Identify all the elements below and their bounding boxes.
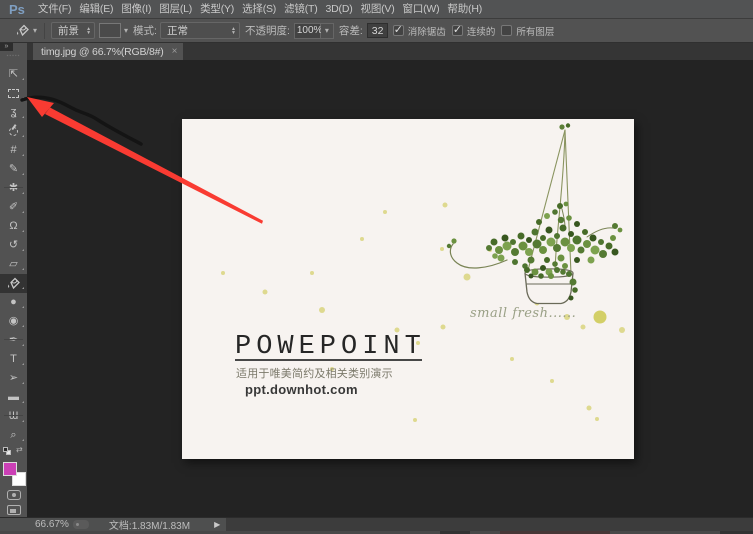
document-size-info: 文档:1.83M/1.83M [108, 521, 191, 532]
checkbox-2[interactable]: 连续的 [451, 23, 496, 38]
foreground-color-swatch[interactable] [3, 462, 17, 476]
checkbox-label: 消除锯齿 [407, 26, 446, 38]
menu-item-3[interactable]: 图像(I) [117, 0, 155, 18]
crop-tool[interactable]: # [0, 141, 27, 160]
mode-dropdown[interactable]: 正常 ▲ ▼ [159, 22, 240, 39]
fill-source-value: 前景 [58, 25, 80, 37]
paint-bucket-icon [17, 24, 29, 36]
rectangular-marquee-tool[interactable] [0, 84, 27, 103]
checkbox-1[interactable]: 消除锯齿 [392, 23, 446, 38]
rectangle-tool[interactable]: ▬ [0, 388, 27, 407]
menu-bar: Ps 文件(F) 编辑(E) 图像(I) 图层(L) 类型(Y) 选择(S) 滤镜(T) 3D… [0, 0, 753, 19]
menu-item-6[interactable]: 选择(S) [238, 0, 280, 18]
updown-icon: ▲ ▼ [231, 25, 236, 36]
menu-item-2[interactable]: 编辑(E) [75, 0, 117, 18]
menu-item-1[interactable]: 文件(F) [34, 0, 75, 18]
color-swatch-cluster: ⇄ [0, 445, 27, 515]
document-tab[interactable]: timg.jpg @ 66.7%(RGB/8#) × [33, 43, 184, 60]
paint-bucket-preset[interactable]: ▾ [15, 24, 37, 38]
tool-panel: » ▪▪▪▪▪ ⇱ ʓ # ✎ ✱ ✐ Ω ↺ ▱ ● ◉ ✒ T ➢ ▬ Ɯ ⌕ ⇄ [0, 43, 27, 517]
options-bar: ▾ 前景 ▲ ▼ ▾ 模式: 正常 ▲ ▼ 不透明度: 100% ▾ 容差: 32 … [0, 19, 753, 43]
hand-tool[interactable]: Ɯ [0, 407, 27, 426]
tab-close-icon[interactable]: × [172, 46, 178, 57]
eyedropper-tool[interactable]: ✎ [0, 160, 27, 179]
status-popup-arrow[interactable]: ▶ [214, 520, 220, 529]
checkbox-3[interactable]: 所有图层 [501, 24, 554, 38]
checkbox-unchecked-icon[interactable] [501, 25, 513, 36]
toolbar-grip[interactable]: ▪▪▪▪▪ [0, 54, 27, 60]
opacity-value[interactable]: 100% [293, 22, 322, 39]
zoom-tool[interactable]: ⌕ [0, 426, 27, 445]
eraser-tool[interactable]: ▱ [0, 255, 27, 274]
path-selection-tool[interactable]: ➢ [0, 369, 27, 388]
document-tab-bar: timg.jpg @ 66.7%(RGB/8#) × [27, 43, 753, 60]
scrubby-zoom-icon [72, 520, 89, 529]
photoshop-window: Ps 文件(F) 编辑(E) 图像(I) 图层(L) 类型(Y) 选择(S) 滤镜(T) 3D… [0, 0, 753, 534]
photoshop-logo: Ps [9, 1, 25, 17]
fill-source-dropdown[interactable]: 前景 ▲ ▼ [51, 22, 96, 39]
type-tool[interactable]: T [0, 350, 27, 369]
checkbox-label: 所有图层 [516, 26, 555, 38]
pattern-swatch[interactable] [99, 23, 122, 38]
quick-mask-button[interactable] [7, 490, 21, 500]
status-bar: 66.67% 文档:1.83M/1.83M ▶ [0, 517, 753, 532]
menu-item-10[interactable]: 窗口(W) [399, 0, 444, 18]
spot-healing-brush-tool[interactable]: ✱ [0, 179, 27, 198]
blur-tool[interactable]: ● [0, 293, 27, 312]
tolerance-label: 容差: [338, 25, 363, 37]
title-underline [235, 359, 422, 361]
artwork-graphics [221, 123, 625, 422]
lasso-tool[interactable]: ʓ [0, 103, 27, 122]
clone-stamp-tool[interactable]: Ω [0, 217, 27, 236]
opacity-caret[interactable]: ▾ [320, 22, 334, 39]
slide-website: ppt.downhot.com [245, 382, 358, 397]
move-tool[interactable]: ⇱ [0, 65, 27, 84]
canvas-area[interactable]: POWEPOINT 适用于唯美简约及相关类别演示 ppt.downhot.com… [27, 60, 753, 517]
slide-title: POWEPOINT [235, 332, 426, 362]
tolerance-input[interactable]: 32 [366, 23, 388, 38]
mode-value: 正常 [166, 25, 188, 37]
updown-icon: ▲ ▼ [86, 25, 92, 36]
toolbar-collapse-icon[interactable]: » [0, 43, 13, 51]
quick-selection-tool[interactable] [0, 122, 27, 141]
swatch-caret-icon: ▾ [124, 26, 129, 35]
caret-icon: ▾ [324, 26, 329, 35]
opacity-label: 不透明度: [244, 25, 290, 37]
checkbox-label: 连续的 [466, 26, 496, 38]
checkbox-checked-icon[interactable] [451, 23, 463, 36]
menu-item-7[interactable]: 滤镜(T) [280, 0, 321, 18]
screen-mode-button[interactable] [7, 505, 21, 515]
brush-tool[interactable]: ✐ [0, 198, 27, 217]
zoom-level-field[interactable]: 66.67% [35, 519, 69, 530]
slide-caption: small fresh...... [470, 306, 577, 321]
document-tab-title: timg.jpg @ 66.7%(RGB/8#) [41, 45, 164, 58]
history-brush-tool[interactable]: ↺ [0, 236, 27, 255]
pen-tool[interactable]: ✒ [0, 331, 27, 350]
hanging-plant-illustration [446, 123, 623, 305]
slide-subtitle: 适用于唯美简约及相关类别演示 [236, 368, 393, 380]
paint-bucket-tool[interactable] [0, 274, 27, 293]
mode-label: 模式: [133, 25, 157, 37]
menu-item-5[interactable]: 类型(Y) [196, 0, 238, 18]
menu-item-8[interactable]: 3D(D) [322, 0, 357, 18]
menu-item-11[interactable]: 帮助(H) [443, 0, 486, 18]
checkbox-checked-icon[interactable] [392, 23, 404, 36]
dodge-tool[interactable]: ◉ [0, 312, 27, 331]
separator [44, 22, 46, 39]
menu-item-4[interactable]: 图层(L) [155, 0, 196, 18]
swap-colors-icon[interactable]: ⇄ [16, 445, 23, 454]
default-colors-icon[interactable] [3, 447, 12, 456]
preset-caret-icon: ▾ [33, 26, 38, 35]
document-page[interactable]: POWEPOINT 适用于唯美简约及相关类别演示 ppt.downhot.com… [182, 119, 634, 459]
menu-item-9[interactable]: 视图(V) [357, 0, 399, 18]
